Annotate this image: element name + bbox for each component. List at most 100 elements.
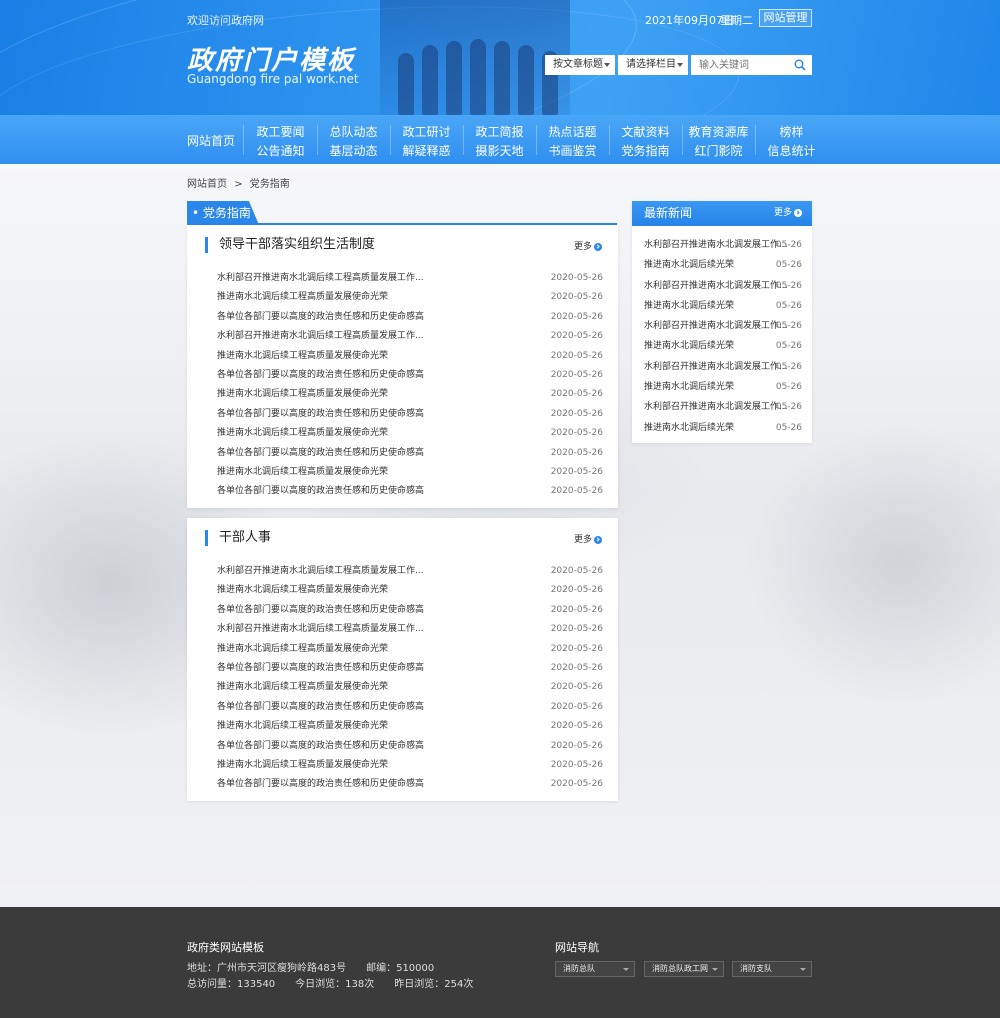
news-title[interactable]: 水利部召开推进南水北调发展工作... [644, 362, 788, 372]
list-item[interactable]: 推进南水北调后续工程高质量发展使命光荣 2020-05-26 [217, 756, 603, 775]
nav-item[interactable]: 解疑释惑 [390, 142, 463, 161]
nav-item[interactable]: 教育资源库 [682, 123, 755, 142]
more-link[interactable]: 更多 [574, 239, 602, 252]
nav-item[interactable]: 信息统计 [755, 142, 828, 161]
list-item[interactable]: 各单位各部门要以高度的政治责任感和历史使命感高 2020-05-26 [217, 775, 603, 794]
article-title[interactable]: 各单位各部门要以高度的政治责任感和历史使命感高 [217, 741, 424, 751]
nav-item[interactable]: 政工研讨 [390, 123, 463, 142]
article-title[interactable]: 各单位各部门要以高度的政治责任感和历史使命感高 [217, 486, 424, 496]
article-title[interactable]: 水利部召开推进南水北调后续工程高质量发展工作... [217, 566, 424, 576]
article-title[interactable]: 各单位各部门要以高度的政治责任感和历史使命感高 [217, 663, 424, 673]
search-column-select[interactable]: 请选择栏目 [618, 55, 688, 75]
news-title[interactable]: 推进南水北调后续光荣 [644, 382, 734, 392]
list-item[interactable]: 水利部召开推进南水北调后续工程高质量发展工作... 2020-05-26 [217, 327, 603, 346]
list-item[interactable]: 水利部召开推进南水北调发展工作... 05-26 [644, 397, 802, 417]
nav-item[interactable]: 红门影院 [682, 142, 755, 161]
article-title[interactable]: 各单位各部门要以高度的政治责任感和历史使命感高 [217, 779, 424, 789]
nav-item[interactable]: 政工要闻 [244, 123, 317, 142]
nav-item[interactable]: 党务指南 [609, 142, 682, 161]
nav-item[interactable]: 基层动态 [317, 142, 390, 161]
list-item[interactable]: 推进南水北调后续光荣 05-26 [644, 255, 802, 275]
news-title[interactable]: 推进南水北调后续光荣 [644, 423, 734, 433]
more-link[interactable]: 更多 [574, 532, 602, 545]
news-title[interactable]: 水利部召开推进南水北调发展工作... [644, 281, 788, 291]
article-title[interactable]: 水利部召开推进南水北调后续工程高质量发展工作... [217, 624, 424, 634]
list-item[interactable]: 推进南水北调后续工程高质量发展使命光荣 2020-05-26 [217, 463, 603, 482]
news-title[interactable]: 推进南水北调后续光荣 [644, 301, 734, 311]
list-item[interactable]: 推进南水北调后续工程高质量发展使命光荣 2020-05-26 [217, 640, 603, 659]
list-item[interactable]: 推进南水北调后续工程高质量发展使命光荣 2020-05-26 [217, 717, 603, 736]
list-item[interactable]: 推进南水北调后续工程高质量发展使命光荣 2020-05-26 [217, 581, 603, 600]
article-title[interactable]: 推进南水北调后续工程高质量发展使命光荣 [217, 351, 388, 361]
list-item[interactable]: 各单位各部门要以高度的政治责任感和历史使命感高 2020-05-26 [217, 601, 603, 620]
latest-news-panel: 最新新闻 更多 水利部召开推进南水北调发展工作... 05-26 推进南水北调后续… [632, 201, 812, 443]
article-title[interactable]: 推进南水北调后续工程高质量发展使命光荣 [217, 585, 388, 595]
list-item[interactable]: 推进南水北调后续工程高质量发展使命光荣 2020-05-26 [217, 288, 603, 307]
list-item[interactable]: 水利部召开推进南水北调发展工作... 05-26 [644, 276, 802, 296]
list-item[interactable]: 各单位各部门要以高度的政治责任感和历史使命感高 2020-05-26 [217, 698, 603, 717]
list-item[interactable]: 推进南水北调后续光荣 05-26 [644, 336, 802, 356]
list-item[interactable]: 推进南水北调后续光荣 05-26 [644, 377, 802, 397]
list-item[interactable]: 水利部召开推进南水北调后续工程高质量发展工作... 2020-05-26 [217, 562, 603, 581]
article-title[interactable]: 推进南水北调后续工程高质量发展使命光荣 [217, 389, 388, 399]
nav-item[interactable]: 热点话题 [536, 123, 609, 142]
breadcrumb-home[interactable]: 网站首页 [187, 179, 227, 190]
list-item[interactable]: 推进南水北调后续光荣 05-26 [644, 296, 802, 316]
article-title[interactable]: 推进南水北调后续工程高质量发展使命光荣 [217, 682, 388, 692]
list-item[interactable]: 水利部召开推进南水北调发展工作... 05-26 [644, 357, 802, 377]
list-item[interactable]: 各单位各部门要以高度的政治责任感和历史使命感高 2020-05-26 [217, 405, 603, 424]
list-item[interactable]: 各单位各部门要以高度的政治责任感和历史使命感高 2020-05-26 [217, 444, 603, 463]
list-item[interactable]: 推进南水北调后续工程高质量发展使命光荣 2020-05-26 [217, 424, 603, 443]
news-title[interactable]: 推进南水北调后续光荣 [644, 260, 734, 270]
list-item[interactable]: 水利部召开推进南水北调发展工作... 05-26 [644, 316, 802, 336]
list-item[interactable]: 推进南水北调后续工程高质量发展使命光荣 2020-05-26 [217, 678, 603, 697]
article-title[interactable]: 推进南水北调后续工程高质量发展使命光荣 [217, 292, 388, 302]
article-title[interactable]: 各单位各部门要以高度的政治责任感和历史使命感高 [217, 409, 424, 419]
article-title[interactable]: 推进南水北调后续工程高质量发展使命光荣 [217, 760, 388, 770]
search-icon[interactable] [794, 59, 806, 71]
article-title[interactable]: 水利部召开推进南水北调后续工程高质量发展工作... [217, 331, 424, 341]
nav-item[interactable]: 文献资料 [609, 123, 682, 142]
list-item[interactable]: 各单位各部门要以高度的政治责任感和历史使命感高 2020-05-26 [217, 366, 603, 385]
article-title[interactable]: 各单位各部门要以高度的政治责任感和历史使命感高 [217, 370, 424, 380]
article-title[interactable]: 水利部召开推进南水北调后续工程高质量发展工作... [217, 273, 424, 283]
nav-item[interactable]: 公告通知 [244, 142, 317, 161]
article-title[interactable]: 各单位各部门要以高度的政治责任感和历史使命感高 [217, 702, 424, 712]
news-title[interactable]: 水利部召开推进南水北调发展工作... [644, 402, 788, 412]
search-input[interactable] [691, 55, 787, 75]
news-date: 05-26 [775, 280, 802, 291]
search-type-select[interactable]: 按文章标题 [545, 55, 615, 75]
article-title[interactable]: 推进南水北调后续工程高质量发展使命光荣 [217, 721, 388, 731]
footer-nav-select[interactable]: 消防总队政工网 [644, 961, 724, 977]
nav-item[interactable]: 总队动态 [317, 123, 390, 142]
news-title[interactable]: 推进南水北调后续光荣 [644, 341, 734, 351]
nav-item-home[interactable]: 网站首页 [187, 132, 235, 149]
article-title[interactable]: 推进南水北调后续工程高质量发展使命光荣 [217, 428, 388, 438]
article-title[interactable]: 各单位各部门要以高度的政治责任感和历史使命感高 [217, 605, 424, 615]
list-item[interactable]: 推进南水北调后续工程高质量发展使命光荣 2020-05-26 [217, 347, 603, 366]
footer-nav-select[interactable]: 消防支队 [732, 961, 812, 977]
list-item[interactable]: 各单位各部门要以高度的政治责任感和历史使命感高 2020-05-26 [217, 659, 603, 678]
nav-item[interactable]: 书画鉴赏 [536, 142, 609, 161]
article-title[interactable]: 各单位各部门要以高度的政治责任感和历史使命感高 [217, 312, 424, 322]
more-link[interactable]: 更多 [774, 201, 802, 226]
article-title[interactable]: 各单位各部门要以高度的政治责任感和历史使命感高 [217, 448, 424, 458]
news-title[interactable]: 水利部召开推进南水北调发展工作... [644, 240, 788, 250]
nav-item[interactable]: 榜样 [755, 123, 828, 142]
article-title[interactable]: 推进南水北调后续工程高质量发展使命光荣 [217, 644, 388, 654]
list-item[interactable]: 各单位各部门要以高度的政治责任感和历史使命感高 2020-05-26 [217, 737, 603, 756]
news-title[interactable]: 水利部召开推进南水北调发展工作... [644, 321, 788, 331]
article-title[interactable]: 推进南水北调后续工程高质量发展使命光荣 [217, 467, 388, 477]
list-item[interactable]: 推进南水北调后续光荣 05-26 [644, 418, 802, 438]
list-item[interactable]: 推进南水北调后续工程高质量发展使命光荣 2020-05-26 [217, 385, 603, 404]
site-admin-button[interactable]: 网站管理 [759, 9, 812, 27]
footer-nav-select[interactable]: 消防总队 [555, 961, 635, 977]
nav-item[interactable]: 摄影天地 [463, 142, 536, 161]
list-item[interactable]: 水利部召开推进南水北调发展工作... 05-26 [644, 235, 802, 255]
nav-item[interactable]: 政工简报 [463, 123, 536, 142]
section-tab[interactable]: • 党务指南 [187, 201, 259, 225]
list-item[interactable]: 水利部召开推进南水北调后续工程高质量发展工作... 2020-05-26 [217, 620, 603, 639]
list-item[interactable]: 水利部召开推进南水北调后续工程高质量发展工作... 2020-05-26 [217, 269, 603, 288]
list-item[interactable]: 各单位各部门要以高度的政治责任感和历史使命感高 2020-05-26 [217, 482, 603, 501]
list-item[interactable]: 各单位各部门要以高度的政治责任感和历史使命感高 2020-05-26 [217, 308, 603, 327]
